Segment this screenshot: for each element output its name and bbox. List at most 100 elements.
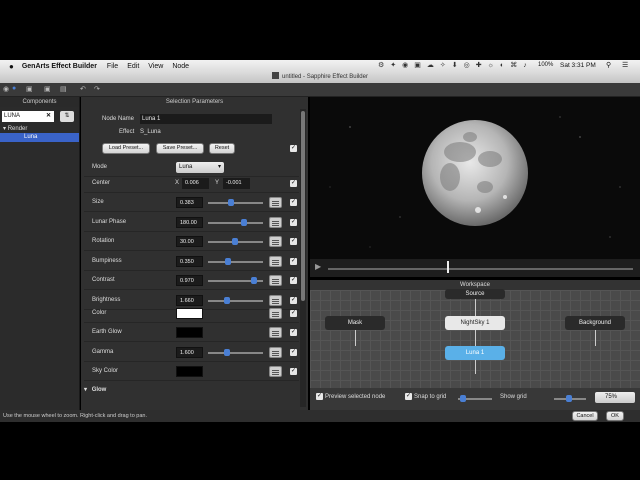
save-preset-button[interactable]: Save Preset... (156, 143, 204, 154)
timeline-bar[interactable]: ▶ (310, 259, 640, 277)
menu-view[interactable]: View (148, 63, 163, 70)
node-name-field[interactable]: Luna 1 (140, 114, 272, 124)
glow-section-header[interactable]: ▾ Glow (84, 386, 106, 393)
enable-checkbox[interactable]: ✓ (290, 145, 297, 152)
lunar-phase-slider-knob[interactable] (241, 218, 248, 226)
sort-button[interactable]: ⇅ (60, 111, 74, 122)
search-input-value[interactable]: LUNA (4, 113, 20, 119)
snap-to-grid-checkbox[interactable]: ✓ (405, 393, 412, 400)
zoom-knob[interactable] (566, 395, 572, 402)
preview-selected-checkbox[interactable]: ✓ (316, 393, 323, 400)
color-swatch[interactable] (176, 308, 203, 319)
play-icon[interactable]: ▶ (315, 262, 321, 271)
mode-dropdown[interactable]: Luna ▾ (176, 162, 224, 173)
center-y-field[interactable]: -0.001 (223, 178, 250, 189)
contrast-slider[interactable] (208, 277, 263, 284)
zoom-dropdown[interactable]: 75% (595, 392, 635, 403)
open-icon[interactable]: ● (12, 85, 16, 92)
sky-color-checkbox[interactable]: ✓ (290, 368, 297, 375)
earth-glow-checkbox[interactable]: ✓ (290, 329, 297, 336)
menu-node[interactable]: Node (172, 63, 189, 70)
gamma-options-button[interactable] (269, 347, 282, 358)
lunar-phase-value[interactable]: 180.00 (176, 216, 203, 228)
search-icon[interactable]: ⚲ (606, 61, 611, 69)
load-preset-button[interactable]: Load Preset... (102, 143, 150, 154)
gamma-value[interactable]: 1.600 (176, 347, 203, 358)
tree-item-luna[interactable]: Luna (0, 133, 79, 142)
brightness-options-button[interactable] (269, 294, 282, 306)
timeline-track[interactable] (328, 268, 633, 270)
app-menu[interactable]: GenArts Effect Builder (22, 63, 97, 70)
sky-color-swatch[interactable] (176, 366, 203, 377)
reset-button[interactable]: Reset (209, 143, 235, 154)
contrast-checkbox[interactable]: ✓ (290, 277, 297, 284)
lunar-phase-options-button[interactable] (269, 216, 282, 228)
bumpiness-options-button[interactable] (269, 255, 282, 267)
earth-glow-options-button[interactable] (269, 327, 282, 338)
export-icon[interactable]: ▤ (60, 85, 67, 93)
zoom-slider[interactable] (554, 395, 586, 402)
rotation-value[interactable]: 30.00 (176, 236, 203, 247)
node-source[interactable]: Source (445, 289, 505, 299)
node-luna[interactable]: Luna 1 (445, 346, 505, 360)
size-slider-knob[interactable] (227, 199, 234, 206)
rotation-slider-knob[interactable] (231, 238, 238, 245)
ok-button[interactable]: OK (606, 411, 624, 421)
size-slider[interactable] (208, 199, 263, 206)
rotation-options-button[interactable] (269, 236, 282, 247)
brightness-slider-knob[interactable] (224, 296, 231, 304)
node-nightsky[interactable]: NightSky 1 (445, 316, 505, 330)
rotation-slider[interactable] (208, 238, 263, 245)
grid-size-knob[interactable] (460, 395, 466, 402)
preview-viewer[interactable]: ▶ (310, 97, 640, 277)
wire-mask-out (355, 330, 356, 346)
sky-color-options-button[interactable] (269, 366, 282, 377)
center-checkbox[interactable]: ✓ (290, 180, 297, 187)
grid-size-slider[interactable] (458, 395, 492, 402)
apple-icon[interactable]: ● (9, 62, 14, 71)
contrast-slider-knob[interactable] (251, 277, 258, 284)
gamma-slider-knob[interactable] (224, 349, 230, 356)
earth-glow-swatch[interactable] (176, 327, 203, 338)
tree-group-render[interactable]: ▾ Render (3, 125, 27, 132)
size-checkbox[interactable]: ✓ (290, 199, 297, 206)
size-value[interactable]: 0.383 (176, 197, 203, 208)
lunar-phase-checkbox[interactable]: ✓ (290, 218, 297, 226)
brightness-slider[interactable] (208, 296, 263, 304)
search-field[interactable]: LUNA ✕ (2, 111, 54, 122)
clear-search-icon[interactable]: ✕ (46, 111, 51, 122)
undo-icon[interactable]: ↶ (80, 85, 86, 93)
cancel-button[interactable]: Cancel (572, 411, 598, 421)
params-scrollbar-thumb[interactable] (301, 111, 305, 301)
redo-icon[interactable]: ↷ (94, 85, 100, 93)
timeline-playhead[interactable] (447, 261, 449, 273)
rotation-checkbox[interactable]: ✓ (290, 238, 297, 245)
list-icon[interactable]: ☰ (622, 61, 628, 69)
bumpiness-slider[interactable] (208, 257, 263, 265)
menu-file[interactable]: File (107, 63, 118, 70)
workspace-panel[interactable]: Workspace Source Mask NightSky 1 Backgro… (310, 280, 640, 388)
color-checkbox[interactable]: ✓ (290, 310, 297, 317)
gamma-checkbox[interactable]: ✓ (290, 349, 297, 356)
new-icon[interactable]: ◉ (3, 85, 9, 93)
bumpiness-slider-knob[interactable] (225, 257, 232, 265)
params-scrollbar[interactable] (300, 109, 306, 407)
bumpiness-value[interactable]: 0.350 (176, 255, 203, 267)
gamma-slider[interactable] (208, 349, 263, 356)
contrast-options-button[interactable] (269, 275, 282, 286)
size-options-button[interactable] (269, 197, 282, 208)
brightness-checkbox[interactable]: ✓ (290, 296, 297, 304)
snap-to-grid-label: Snap to grid (414, 394, 447, 400)
color-options-button[interactable] (269, 308, 282, 319)
save-icon[interactable]: ▣ (26, 85, 33, 93)
menu-edit[interactable]: Edit (127, 63, 139, 70)
node-mask[interactable]: Mask (325, 316, 385, 330)
node-background[interactable]: Background (565, 316, 625, 330)
save-as-icon[interactable]: ▣ (44, 85, 51, 93)
brightness-value[interactable]: 1.660 (176, 294, 203, 306)
center-x-field[interactable]: 0.006 (182, 178, 209, 189)
contrast-value[interactable]: 0.970 (176, 275, 203, 286)
zoom-value: 75% (605, 394, 618, 400)
bumpiness-checkbox[interactable]: ✓ (290, 257, 297, 265)
lunar-phase-slider[interactable] (208, 218, 263, 226)
